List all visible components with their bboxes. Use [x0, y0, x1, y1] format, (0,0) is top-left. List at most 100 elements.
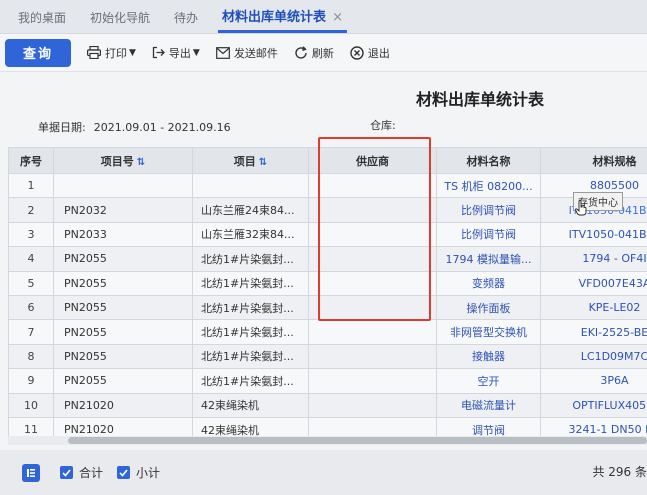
- cell-material-name[interactable]: 操作面板: [436, 294, 541, 321]
- cell-project: 北纺1#片染氨封...: [192, 294, 309, 321]
- col-header-project[interactable]: 项目 ⇅: [192, 147, 309, 174]
- cell-material-name[interactable]: 接触器: [436, 343, 541, 370]
- tab-label: 我的桌面: [18, 11, 67, 25]
- scrollbar-thumb[interactable]: [68, 437, 647, 444]
- cell-material-name[interactable]: 变频器: [436, 270, 541, 296]
- table-row[interactable]: 10 PN21020 42束绳染机 电磁流量计 OPTIFLUX405...: [8, 392, 647, 418]
- cell-material-spec[interactable]: EKI-2525-BE: [540, 319, 647, 345]
- cell-no: 2: [8, 197, 54, 223]
- cell-project: 山东兰雁24束84...: [192, 197, 309, 223]
- col-header-material-spec[interactable]: 材料规格: [540, 147, 647, 174]
- refresh-button[interactable]: 刷新: [294, 45, 334, 61]
- exit-button[interactable]: 退出: [350, 45, 390, 61]
- cell-no: 4: [8, 246, 54, 272]
- table-row[interactable]: 9 PN2055 北纺1#片染氨封... 空开 3P6A: [8, 368, 647, 394]
- cell-supplier: [308, 319, 437, 345]
- tab-material-outbound-report[interactable]: 材料出库单统计表 ×: [210, 3, 355, 33]
- cell-material-spec[interactable]: VFD007E43A: [540, 270, 647, 296]
- subtotal-label: 小计: [136, 466, 161, 480]
- cell-project: 北纺1#片染氨封...: [192, 270, 309, 296]
- checkmark-icon: [60, 466, 73, 479]
- cell-project: 山东兰雁32束84...: [192, 221, 309, 248]
- header-label: 材料名称: [466, 154, 511, 168]
- printer-icon: [87, 46, 101, 59]
- cell-material-name[interactable]: 比例调节阀: [436, 197, 541, 223]
- cell-material-name[interactable]: 1794 模拟量输...: [436, 246, 541, 272]
- refresh-label: 刷新: [311, 46, 334, 60]
- close-icon[interactable]: ×: [332, 10, 343, 25]
- cell-no: 5: [8, 270, 54, 296]
- table-row[interactable]: 7 PN2055 北纺1#片染氨封... 非网管型交换机 EKI-2525-BE: [8, 319, 647, 345]
- export-button[interactable]: 导出 ▼: [152, 45, 200, 61]
- sort-icon[interactable]: ⇅: [259, 157, 267, 168]
- subtotal-checkbox[interactable]: 小计: [117, 464, 160, 481]
- cell-project-no: PN2055: [53, 368, 193, 394]
- toolbar: 查询 打印 ▼ 导出 ▼ 发送邮件 刷新 退出: [0, 34, 647, 72]
- cell-project-no: PN2055: [53, 246, 193, 272]
- cell-supplier: [308, 392, 437, 418]
- query-button[interactable]: 查询: [5, 38, 71, 67]
- cell-supplier: [308, 368, 437, 394]
- total-count: 共 296 条: [592, 465, 647, 479]
- supplier-column-highlight: [318, 137, 431, 321]
- cell-material-spec[interactable]: ITV1050-041BS4: [540, 221, 647, 248]
- checkmark-icon: [117, 466, 131, 479]
- date-value: 2021.09.01 - 2021.09.16: [93, 121, 231, 134]
- cell-project: 北纺1#片染氨封...: [192, 343, 309, 370]
- cell-material-spec[interactable]: OPTIFLUX405...: [540, 392, 647, 418]
- cell-no: 6: [8, 294, 54, 321]
- cell-material-spec[interactable]: LC1D09M7C: [540, 343, 647, 370]
- header-label: 序号: [20, 154, 42, 168]
- cell-no: 10: [8, 392, 54, 418]
- sum-label: 合计: [79, 466, 104, 480]
- cell-material-name[interactable]: 电磁流量计: [436, 392, 541, 418]
- horizontal-scrollbar[interactable]: [8, 436, 647, 445]
- refresh-icon: [295, 45, 307, 59]
- sort-icon[interactable]: ⇅: [137, 157, 145, 168]
- print-label: 打印: [105, 46, 127, 60]
- export-label: 导出: [168, 46, 191, 60]
- cell-material-name[interactable]: 非网管型交换机: [436, 319, 541, 345]
- print-button[interactable]: 打印 ▼: [87, 45, 136, 61]
- cell-project: 42束绳染机: [192, 392, 309, 418]
- cell-project: 北纺1#片染氨封...: [192, 368, 309, 394]
- cell-project-no: PN21020: [53, 392, 193, 418]
- cell-project: 北纺1#片染氨封...: [192, 246, 309, 272]
- cell-supplier: [308, 343, 437, 370]
- tab-todo[interactable]: 待办: [162, 3, 210, 33]
- cell-project-no: PN2055: [53, 343, 193, 370]
- cell-project-no: PN2055: [53, 270, 193, 296]
- cell-material-name[interactable]: 空开: [436, 368, 541, 394]
- cell-material-spec[interactable]: 3P6A: [540, 368, 647, 394]
- sum-checkbox[interactable]: 合计: [60, 464, 103, 481]
- close-circle-icon: [350, 45, 364, 60]
- date-filter: 单据日期: 2021.09.01 - 2021.09.16: [38, 119, 231, 135]
- cell-no: 7: [8, 319, 54, 345]
- cell-project-no: PN2033: [53, 221, 193, 248]
- cell-no: 3: [8, 221, 54, 248]
- cell-material-name[interactable]: TS 机柜 08200...: [436, 172, 541, 199]
- column-settings-button[interactable]: [22, 463, 40, 482]
- tab-label: 待办: [174, 11, 199, 25]
- cell-project-no: [53, 172, 193, 199]
- mail-icon: [215, 46, 230, 59]
- tab-my-desktop[interactable]: 我的桌面: [6, 3, 78, 33]
- cell-no: 1: [8, 172, 54, 199]
- chevron-down-icon: ▼: [129, 47, 136, 58]
- send-mail-button[interactable]: 发送邮件: [215, 45, 278, 61]
- cell-project: [192, 172, 309, 199]
- tab-label: 材料出库单统计表: [222, 10, 327, 25]
- cell-material-spec[interactable]: KPE-LE02: [540, 294, 647, 321]
- col-header-project-no[interactable]: 项目号 ⇅: [53, 147, 193, 174]
- cell-material-spec[interactable]: 1794 - OF4I: [540, 246, 647, 272]
- cell-project: 北纺1#片染氨封...: [192, 319, 309, 345]
- tab-init-nav[interactable]: 初始化导航: [78, 3, 162, 33]
- header-label: 材料规格: [592, 154, 637, 168]
- table-row[interactable]: 8 PN2055 北纺1#片染氨封... 接触器 LC1D09M7C: [8, 343, 647, 370]
- tab-bar: 我的桌面 初始化导航 待办 材料出库单统计表 ×: [0, 0, 647, 34]
- col-header-material-name[interactable]: 材料名称: [436, 147, 541, 174]
- chevron-down-icon: ▼: [192, 47, 200, 58]
- col-header-no[interactable]: 序号: [8, 147, 54, 174]
- footer-bar: 合计 小计 共 296 条: [0, 450, 647, 495]
- cell-material-name[interactable]: 比例调节阀: [436, 221, 541, 248]
